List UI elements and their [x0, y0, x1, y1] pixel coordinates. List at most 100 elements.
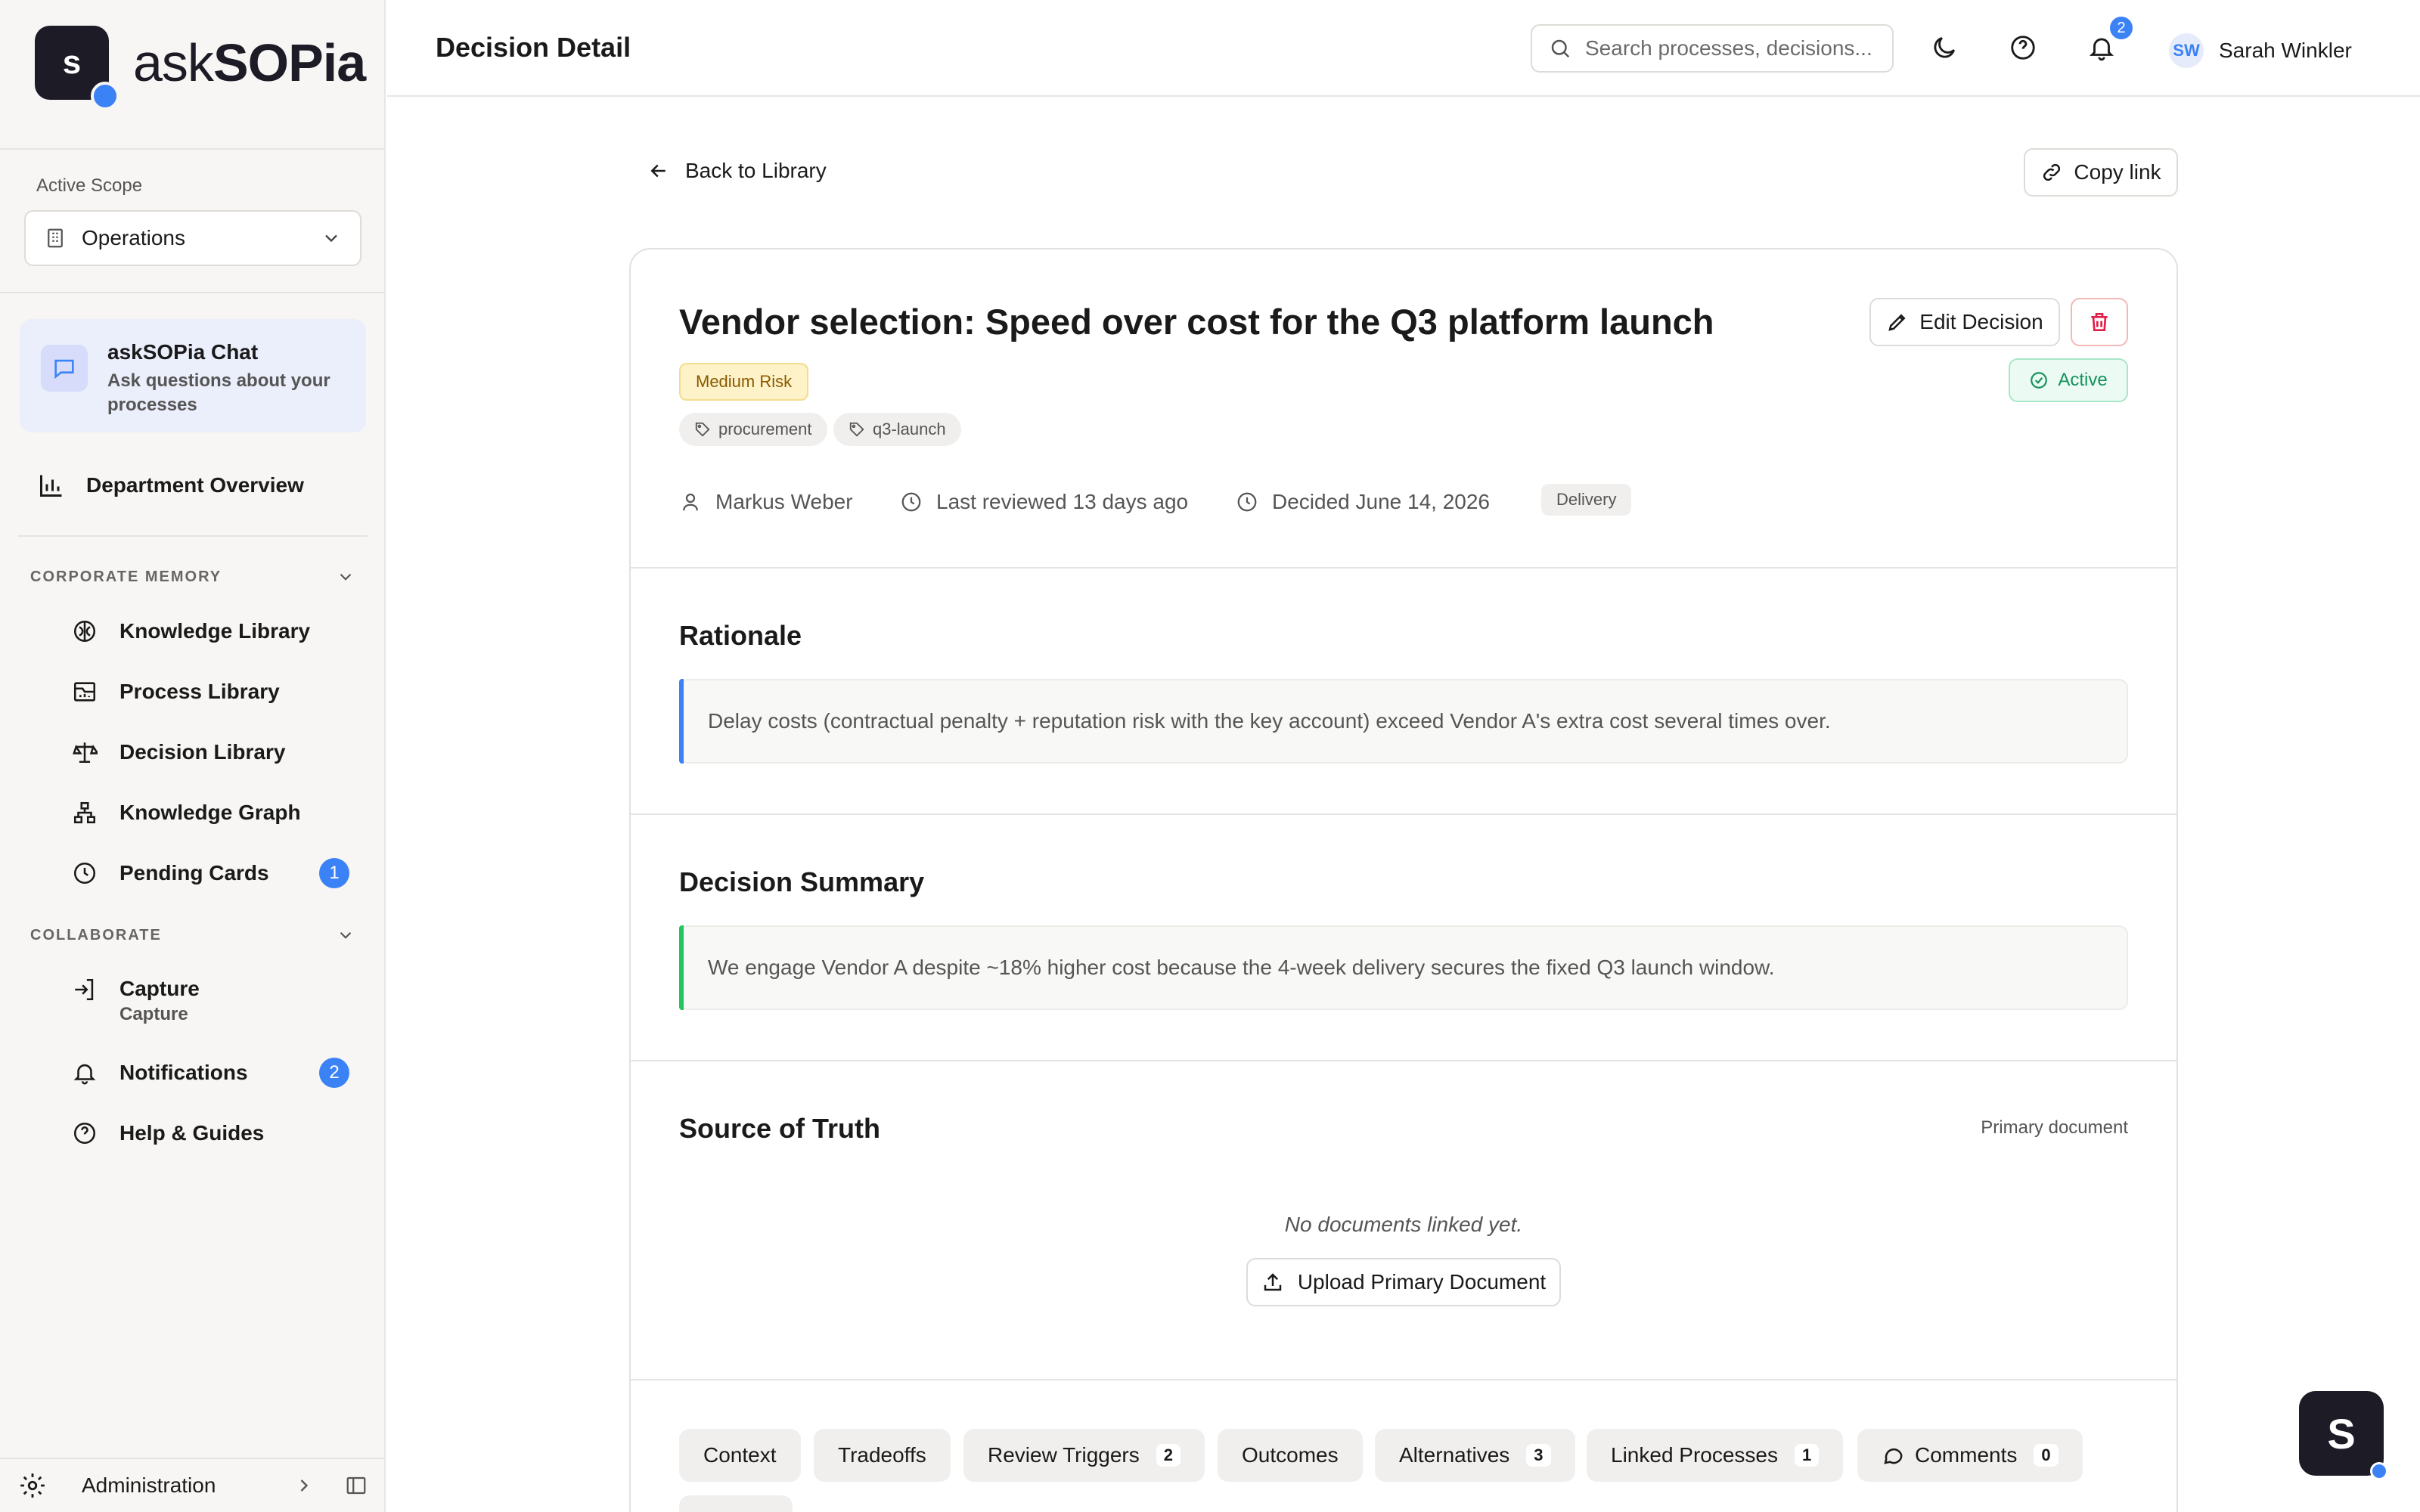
summary-text: We engage Vendor A despite ~18% higher c…: [679, 925, 2128, 1010]
logo-mark: s: [35, 26, 119, 110]
link-icon: [2040, 161, 2063, 184]
sidebar-item-knowledge-library[interactable]: Knowledge Library: [70, 618, 310, 644]
app-logo[interactable]: s askSOPia: [35, 26, 366, 110]
scale-icon: [70, 739, 100, 765]
sidebar-item-process-library[interactable]: Process Library: [70, 679, 280, 705]
tab-context[interactable]: Context: [679, 1429, 801, 1482]
back-to-library-link[interactable]: Back to Library: [647, 159, 827, 183]
summary-title: Decision Summary: [679, 866, 925, 897]
delete-decision-button[interactable]: [2071, 298, 2128, 346]
divider: [18, 535, 368, 537]
no-documents-message: No documents linked yet.: [1284, 1213, 1523, 1236]
sidebar-item-help-guides[interactable]: Help & Guides: [70, 1120, 264, 1146]
divider: [631, 1060, 2176, 1061]
check-circle-icon: [2029, 370, 2049, 390]
sidebar: s askSOPia Active Scope Operations askSO…: [0, 0, 386, 1512]
notification-badge: 2: [2110, 17, 2133, 39]
chat-title: askSOPia Chat: [107, 340, 259, 364]
bar-chart-icon: [36, 472, 67, 499]
comment-icon: [1882, 1444, 1904, 1467]
chevron-down-icon: [336, 567, 355, 587]
search-icon: [1549, 37, 1571, 60]
section-collaborate[interactable]: COLLABORATE: [30, 925, 355, 945]
process-icon: [70, 679, 100, 705]
arrow-left-icon: [647, 160, 670, 182]
help-icon[interactable]: [2009, 33, 2037, 62]
chevron-right-icon: [293, 1475, 315, 1496]
tab-tradeoffs[interactable]: Tradeoffs: [814, 1429, 951, 1482]
decision-title: Vendor selection: Speed over cost for th…: [679, 302, 1714, 342]
tab-alternatives[interactable]: Alternatives 3: [1375, 1429, 1575, 1482]
chat-fab-button[interactable]: S: [2299, 1391, 2388, 1480]
divider: [631, 567, 2176, 569]
clock-icon: [900, 491, 923, 513]
chat-subtitle: Ask questions about your processes: [107, 370, 330, 415]
search-placeholder: Search processes, decisions...: [1585, 36, 1872, 60]
user-icon: [679, 491, 702, 513]
last-reviewed: Last reviewed 13 days ago: [900, 490, 1188, 514]
help-icon: [70, 1120, 100, 1146]
copy-link-button[interactable]: Copy link: [2024, 148, 2178, 197]
tab-count: 2: [1156, 1444, 1181, 1467]
scope-label: Active Scope: [36, 175, 143, 196]
sidebar-item-notifications[interactable]: Notifications 2: [70, 1058, 349, 1088]
pending-count-badge: 1: [319, 858, 349, 888]
chat-icon: [41, 345, 88, 392]
chevron-down-icon: [336, 925, 355, 945]
sidebar-item-capture[interactable]: Capture Capture: [70, 977, 200, 1025]
department-badge: Delivery: [1541, 484, 1632, 516]
capture-sublabel: Capture: [119, 1004, 188, 1024]
tab-count: 1: [1795, 1444, 1820, 1467]
bell-icon: [70, 1060, 100, 1086]
chevron-down-icon: [321, 228, 342, 249]
sidebar-item-decision-library[interactable]: Decision Library: [70, 739, 285, 765]
search-input[interactable]: Search processes, decisions...: [1531, 24, 1894, 73]
page-title: Decision Detail: [436, 32, 631, 63]
scope-select[interactable]: Operations: [24, 210, 361, 266]
edit-decision-button[interactable]: Edit Decision: [1869, 298, 2060, 346]
fab-status-dot: [2370, 1462, 2388, 1480]
divider: [0, 292, 386, 293]
tab-count: 0: [2034, 1444, 2059, 1467]
capture-icon: [70, 977, 100, 1002]
upload-primary-document-button[interactable]: Upload Primary Document: [1246, 1258, 1561, 1306]
tab-linked-processes[interactable]: Linked Processes 1: [1587, 1429, 1844, 1482]
collapse-sidebar-icon[interactable]: [345, 1474, 368, 1497]
tag-procurement[interactable]: procurement: [679, 413, 827, 446]
primary-document-hint: Primary document: [1981, 1117, 2128, 1138]
moon-icon[interactable]: [1930, 33, 1959, 62]
status-badge: Active: [2009, 358, 2128, 402]
trash-icon: [2087, 310, 2111, 334]
clock-icon: [70, 860, 100, 886]
bell-icon[interactable]: [2087, 33, 2116, 62]
chat-card[interactable]: askSOPia Chat Ask questions about your pr…: [20, 319, 366, 432]
gear-icon: [18, 1471, 47, 1500]
section-corporate-memory[interactable]: CORPORATE MEMORY: [30, 567, 355, 587]
upload-icon: [1261, 1271, 1284, 1294]
rationale-text: Delay costs (contractual penalty + reput…: [679, 679, 2128, 764]
decided-date: Decided June 14, 2026: [1236, 490, 1490, 514]
divider: [631, 813, 2176, 815]
rationale-title: Rationale: [679, 620, 802, 651]
sidebar-item-knowledge-graph[interactable]: Knowledge Graph: [70, 800, 301, 826]
administration-row[interactable]: Administration: [0, 1458, 386, 1512]
tab-comments[interactable]: Comments 0: [1857, 1429, 2083, 1482]
user-menu[interactable]: SW Sarah Winkler: [2169, 33, 2352, 68]
graph-icon: [70, 800, 100, 826]
tag-q3-launch[interactable]: q3-launch: [833, 413, 961, 446]
decision-owner: Markus Weber: [679, 490, 853, 514]
tab-count: 3: [1526, 1444, 1551, 1467]
tab-review-triggers[interactable]: Review Triggers 2: [963, 1429, 1205, 1482]
risk-badge: Medium Risk: [679, 363, 809, 401]
rationale-accent-bar: [679, 679, 684, 764]
app-name: askSOPia: [133, 33, 366, 92]
tab-outcomes[interactable]: Outcomes: [1218, 1429, 1363, 1482]
nav-department-overview[interactable]: Department Overview: [36, 472, 304, 499]
clock-icon: [1236, 491, 1258, 513]
logo-dot: [91, 82, 119, 110]
user-name: Sarah Winkler: [2219, 39, 2352, 62]
sidebar-item-pending-cards[interactable]: Pending Cards 1: [70, 858, 349, 888]
avatar: SW: [2169, 33, 2204, 68]
tab-overflow[interactable]: [679, 1495, 793, 1512]
tag-icon: [694, 421, 711, 438]
